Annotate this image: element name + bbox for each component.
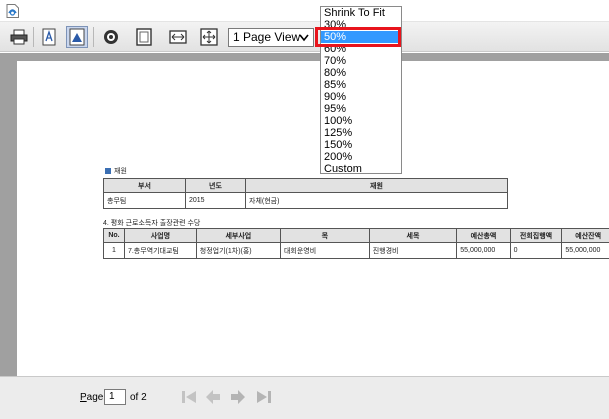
document-icon [6, 4, 19, 18]
fit-page-icon [200, 28, 218, 46]
image-document-icon [69, 28, 85, 46]
page-label: Page [80, 392, 104, 403]
print-button[interactable] [8, 26, 30, 48]
zoom-option-95[interactable]: 95% [321, 103, 401, 115]
fit-page-button[interactable] [198, 26, 220, 48]
document-area[interactable]: 재원 부서 년도 재원 총무팀 2015 자체(현금) 4. 평화 근로소득자 … [0, 53, 609, 376]
page-count-text: of 2 [130, 392, 147, 403]
title-strip [0, 0, 609, 22]
table-cell: 7.총무역기대교팀 [123, 242, 197, 259]
gear-icon [104, 30, 118, 44]
zoom-option-200[interactable]: 200% [321, 151, 401, 163]
zoom-option-85[interactable]: 85% [321, 79, 401, 91]
funding-table: 부서 년도 재원 총무팀 2015 자체(현금) [103, 178, 508, 209]
bullet-square-icon [105, 168, 111, 174]
selection-highlight-box [315, 27, 401, 47]
column-header: 세부사업 [195, 228, 281, 243]
printer-icon [10, 29, 28, 45]
table-cell: 1 [103, 242, 125, 259]
table-cell: 2015 [185, 192, 246, 209]
table-cell: 자체(현금) [245, 192, 508, 209]
column-header: No. [103, 228, 125, 243]
view-mode-select[interactable]: 1 Page View [228, 28, 314, 47]
column-header: 년도 [185, 178, 246, 193]
page-number-input[interactable]: 1 [104, 389, 126, 405]
chevron-down-icon [299, 34, 309, 42]
table-cell: 진행경비 [368, 242, 458, 259]
first-page-icon[interactable] [180, 387, 198, 407]
zoom-option-custom[interactable]: Custom [321, 163, 401, 175]
table-cell: 55,000,000 [561, 242, 609, 259]
section-title-allowance: 4. 평화 근로소득자 출장관련 수당 [103, 220, 201, 227]
settings-button[interactable] [100, 26, 122, 48]
column-header: 전회집행액 [509, 228, 563, 243]
zoom-option-80[interactable]: 80% [321, 67, 401, 79]
column-header: 재원 [245, 178, 508, 193]
zoom-option-shrink-to-fit[interactable]: Shrink To Fit [321, 7, 401, 19]
pager-bar: Page 1 of 2 [0, 376, 609, 419]
table-cell: 대회운영비 [279, 242, 370, 259]
next-page-icon[interactable] [229, 387, 247, 407]
page-icon [136, 28, 152, 46]
table-cell: 55,000,000 [456, 242, 511, 259]
zoom-option-70[interactable]: 70% [321, 55, 401, 67]
zoom-option-100[interactable]: 100% [321, 115, 401, 127]
last-page-icon[interactable] [255, 387, 273, 407]
column-header: 목 [279, 228, 370, 243]
section1-title-text: 재원 [114, 168, 127, 175]
table-row: 총무팀 2015 자체(현금) [103, 192, 508, 209]
text-document-icon [42, 28, 56, 46]
table-cell: 0 [509, 242, 563, 259]
column-header: 예산잔액 [561, 228, 609, 243]
export-image-button[interactable] [66, 26, 88, 48]
report-page: 재원 부서 년도 재원 총무팀 2015 자체(현금) 4. 평화 근로소득자 … [17, 61, 609, 376]
column-header: 사업명 [123, 228, 197, 243]
zoom-option-125[interactable]: 125% [321, 127, 401, 139]
single-page-button[interactable] [133, 26, 155, 48]
export-text-button[interactable] [38, 26, 60, 48]
allowance-table: No. 사업명 세부사업 목 세목 예산총액 전회집행액 예산잔액 1 7.총무… [103, 228, 609, 259]
column-header: 부서 [103, 178, 186, 193]
report-viewer: 1 Page View 재원 부서 년도 재원 총무팀 2015 자체(현금) … [0, 0, 609, 419]
previous-page-icon[interactable] [204, 387, 222, 407]
view-mode-value: 1 Page View [233, 30, 301, 44]
zoom-option-150[interactable]: 150% [321, 139, 401, 151]
toolbar: 1 Page View [0, 22, 609, 52]
table-row: 1 7.총무역기대교팀 청정업기(1차)(홍) 대회운영비 진행경비 55,00… [103, 242, 609, 259]
column-header: 예산총액 [456, 228, 511, 243]
section-title-funding: 재원 [105, 166, 127, 176]
table-cell: 총무팀 [103, 192, 186, 209]
fit-width-icon [169, 30, 187, 44]
table-cell: 청정업기(1차)(홍) [195, 242, 281, 259]
column-header: 세목 [368, 228, 458, 243]
fit-width-button[interactable] [167, 26, 189, 48]
zoom-option-90[interactable]: 90% [321, 91, 401, 103]
